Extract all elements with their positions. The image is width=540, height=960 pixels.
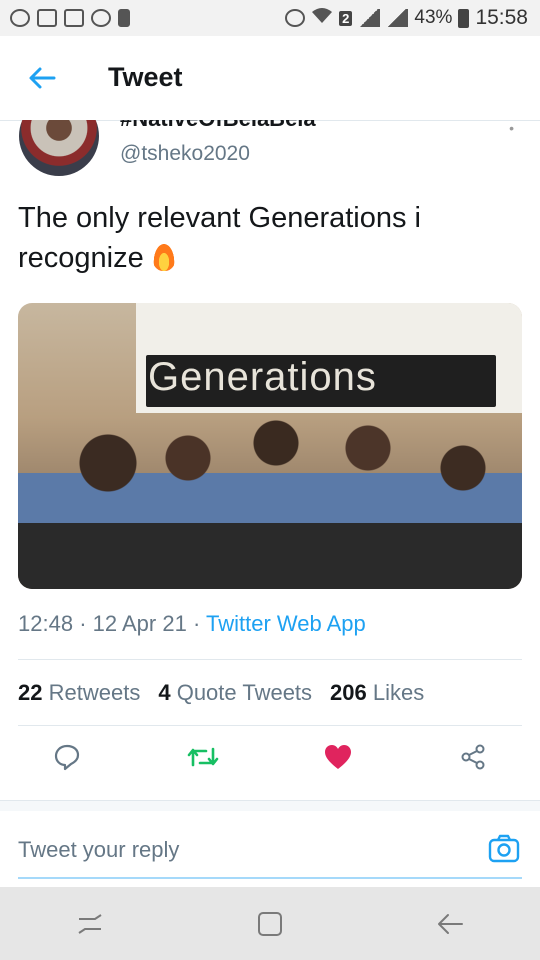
reply-bar: Tweet your reply: [0, 811, 540, 885]
heart-icon: [325, 745, 351, 769]
tweet-photo[interactable]: Generations: [18, 303, 522, 589]
battery-icon: [458, 8, 470, 28]
system-nav-bar: [0, 887, 540, 960]
author-display-name[interactable]: #NativeOfBelaBela: [120, 120, 316, 132]
back-nav-icon: [438, 913, 463, 934]
gmail-icon: [37, 9, 57, 27]
photo-group: [18, 403, 522, 589]
more-options-icon[interactable]: •: [509, 120, 514, 136]
sd-card-icon: [118, 9, 130, 27]
photo-banner-text: Generations: [148, 355, 377, 399]
retweet-icon: [187, 747, 219, 767]
page-title: Tweet: [108, 62, 183, 92]
author-row: #NativeOfBelaBela @tsheko2020 •: [0, 120, 540, 180]
reply-input[interactable]: Tweet your reply: [18, 837, 179, 863]
home-button[interactable]: [250, 904, 290, 944]
tweet-meta: 12:48 · 12 Apr 21 · Twitter Web App: [18, 611, 366, 637]
wifi-icon: [311, 6, 333, 30]
clock: 15:58: [475, 6, 528, 29]
app-header: Tweet: [0, 36, 540, 121]
speech-bubble-icon: [54, 744, 80, 771]
avatar[interactable]: [19, 120, 99, 176]
reply-button[interactable]: [50, 740, 84, 774]
meta-dot: ·: [79, 611, 93, 636]
tweet-actions: [0, 740, 540, 784]
home-icon: [258, 911, 282, 936]
notification-icons: [0, 9, 130, 27]
tweet-date: 12 Apr 21: [92, 611, 187, 636]
system-icons: 2 43% 15:58: [285, 6, 540, 30]
arrow-left-icon[interactable]: [26, 62, 58, 94]
quotes-stat[interactable]: 4 Quote Tweets: [158, 680, 312, 706]
alarm-icon: [285, 9, 306, 27]
reply-underline: [18, 877, 522, 879]
recents-icon: [78, 913, 102, 934]
like-button[interactable]: [321, 740, 355, 774]
camera-icon[interactable]: [488, 833, 520, 865]
author-handle[interactable]: @tsheko2020: [120, 142, 250, 166]
share-button[interactable]: [456, 740, 490, 774]
tweet-body: The only relevant Generations i recogniz…: [18, 202, 421, 274]
tweet-stats: 22 Retweets 4 Quote Tweets 206 Likes: [18, 680, 424, 706]
battery-percent: 43%: [414, 7, 453, 28]
recent-apps-button[interactable]: [70, 904, 110, 944]
share-icon: [461, 744, 485, 770]
whatsapp-icon: [10, 9, 30, 27]
tweet-text: The only relevant Generations i recogniz…: [18, 198, 518, 278]
meta-dot: ·: [192, 611, 206, 636]
divider: [18, 725, 522, 726]
divider: [18, 659, 522, 660]
section-separator: [0, 800, 540, 811]
signal-icon-2: [386, 9, 409, 27]
signal-icon: [358, 9, 381, 27]
status-bar: 2 43% 15:58: [0, 0, 540, 36]
retweet-button[interactable]: [186, 740, 220, 774]
back-button[interactable]: [430, 904, 470, 944]
sync-icon: [91, 9, 111, 27]
sim-badge: 2: [339, 10, 353, 26]
fire-emoji-icon: [151, 241, 176, 271]
tweet-source-link[interactable]: Twitter Web App: [206, 611, 366, 636]
gallery-icon: [64, 9, 84, 27]
retweets-stat[interactable]: 22 Retweets: [18, 680, 140, 706]
likes-stat[interactable]: 206 Likes: [330, 680, 424, 706]
tweet-time: 12:48: [18, 611, 74, 636]
